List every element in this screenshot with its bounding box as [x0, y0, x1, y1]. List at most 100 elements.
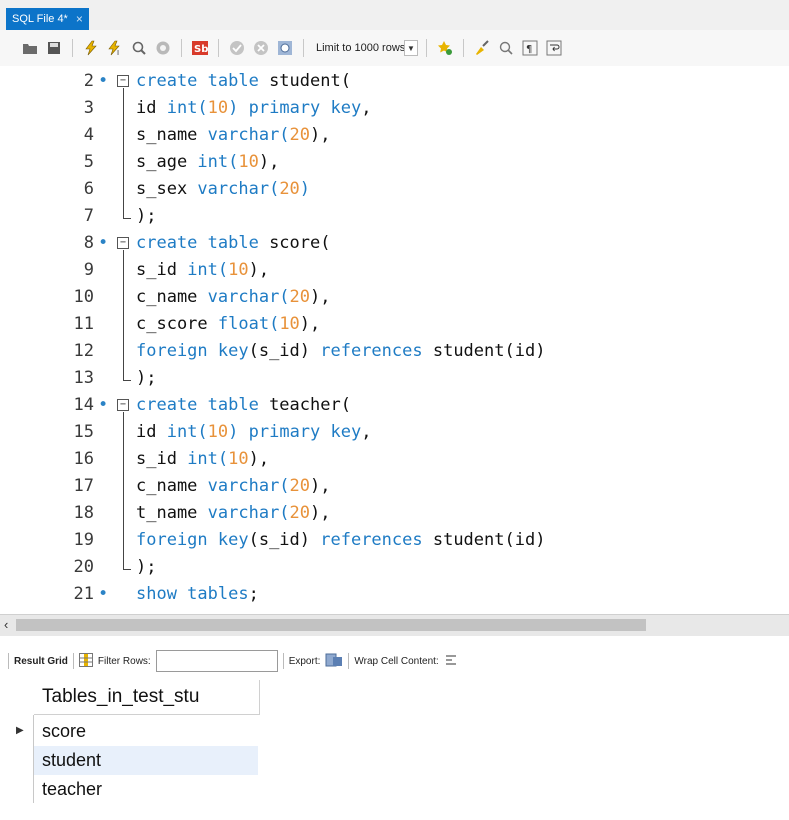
text-token: s_sex [136, 179, 198, 199]
code-text: c_score float(10), [136, 311, 320, 338]
keyword-token: varchar( [207, 503, 290, 523]
code-line[interactable]: 3 id int(10) primary key, [0, 95, 789, 122]
code-text: s_sex varchar(20) [136, 176, 310, 203]
line-number: 12 [73, 341, 94, 361]
code-line[interactable]: 18 t_name varchar(20), [0, 500, 789, 527]
fold-toggle-icon[interactable]: − [117, 399, 129, 411]
code-line[interactable]: 10 c_name varchar(20), [0, 284, 789, 311]
code-line[interactable]: 8 • − create table score( [0, 230, 789, 257]
commit-icon[interactable] [227, 38, 247, 58]
number-token: 10 [228, 449, 249, 469]
keyword-token: create table [136, 395, 259, 415]
code-line[interactable]: 2 • − create table student( [0, 68, 789, 95]
code-line[interactable]: 14 • − create table teacher( [0, 392, 789, 419]
code-line[interactable]: 21 • show tables; [0, 581, 789, 608]
number-token: 10 [228, 260, 249, 280]
text-token: ), [248, 260, 270, 280]
result-grid-tab[interactable]: Result Grid [14, 656, 68, 667]
column-header[interactable]: Tables_in_test_stu [34, 680, 260, 715]
wrap-icon[interactable] [544, 38, 564, 58]
current-row-icon: ▶ [16, 725, 24, 736]
limit-rows-select[interactable]: Limit to 1000 rows [312, 38, 405, 58]
svg-text:¶: ¶ [526, 44, 532, 55]
text-token: ), [299, 314, 321, 334]
beautify-icon[interactable] [435, 38, 455, 58]
save-icon[interactable] [44, 38, 64, 58]
editor-toolbar: I Sb Limit to 1000 rows ▼ ¶ [0, 30, 789, 66]
line-number: 21 [73, 584, 94, 604]
text-token: c_name [136, 476, 208, 496]
find-icon[interactable] [496, 38, 516, 58]
keyword-token: references [320, 341, 423, 361]
text-token: teacher( [258, 395, 351, 415]
code-line[interactable]: 12 foreign key(s_id) references student(i… [0, 338, 789, 365]
toolbar-separator [72, 653, 74, 669]
line-number: 7 [83, 206, 94, 226]
code-line[interactable]: 20); [0, 554, 789, 581]
fold-toggle-icon[interactable]: − [117, 237, 129, 249]
execute-current-icon[interactable]: I [105, 38, 125, 58]
stop-icon[interactable] [153, 38, 173, 58]
code-line[interactable]: 17 c_name varchar(20), [0, 473, 789, 500]
code-line[interactable]: 15 id int(10) primary key, [0, 419, 789, 446]
number-token: 20 [289, 287, 311, 307]
text-token: student( [258, 71, 351, 91]
line-number: 2 [83, 71, 94, 91]
explain-icon[interactable] [129, 38, 149, 58]
code-text: s_age int(10), [136, 149, 279, 176]
line-number: 13 [73, 368, 94, 388]
text-token: ), [310, 476, 331, 496]
fold-guide [123, 412, 124, 560]
text-token: (s_id) [248, 341, 321, 361]
text-token: ); [136, 206, 157, 226]
line-number: 4 [83, 125, 94, 145]
code-line[interactable]: 9 s_id int(10), [0, 257, 789, 284]
toolbar-separator [348, 653, 350, 669]
toolbar-separator [72, 39, 73, 57]
text-token: c_score [136, 314, 218, 334]
keyword-token: ) primary key [228, 422, 362, 442]
keyword-token: create table [136, 71, 259, 91]
text-token: , [361, 422, 372, 442]
invisibles-icon[interactable]: ¶ [520, 38, 540, 58]
code-text: s_id int(10), [136, 257, 269, 284]
sql-editor[interactable]: 2 • − create table student(3 id int(10) prim… [0, 66, 789, 614]
code-line[interactable]: 5 s_age int(10), [0, 149, 789, 176]
code-text: ); [136, 554, 156, 581]
close-icon[interactable]: × [76, 8, 83, 30]
fold-guide [123, 250, 124, 371]
table-row[interactable]: teacher [34, 775, 258, 804]
code-line[interactable]: 4 s_name varchar(20), [0, 122, 789, 149]
rollback-icon[interactable] [251, 38, 271, 58]
code-line[interactable]: 6 s_sex varchar(20) [0, 176, 789, 203]
code-line[interactable]: 7); [0, 203, 789, 230]
table-row[interactable]: student [34, 746, 258, 775]
text-token: ), [310, 125, 331, 145]
line-number: 20 [73, 557, 94, 577]
number-token: 20 [289, 503, 311, 523]
scroll-left-icon[interactable]: ‹ [4, 617, 8, 632]
fold-toggle-icon[interactable]: − [117, 75, 129, 87]
code-line[interactable]: 13); [0, 365, 789, 392]
filter-rows-input[interactable] [155, 650, 278, 672]
code-line[interactable]: 19 foreign key(s_id) references student(i… [0, 527, 789, 554]
horizontal-scrollbar[interactable]: ‹ [0, 614, 789, 636]
export-icon[interactable] [325, 652, 343, 671]
line-number: 16 [73, 449, 94, 469]
text-token: ); [136, 368, 157, 388]
code-line[interactable]: 16 s_id int(10), [0, 446, 789, 473]
text-token: student(id) [422, 530, 546, 550]
scrollbar-thumb[interactable] [16, 619, 646, 631]
toggle-error-icon[interactable]: Sb [190, 38, 210, 58]
grid-layout-icon[interactable] [78, 652, 93, 670]
autocommit-icon[interactable] [275, 38, 295, 58]
tab-sql-file[interactable]: SQL File 4* × [6, 8, 89, 30]
execute-icon[interactable] [81, 38, 101, 58]
table-row[interactable]: score [34, 717, 258, 746]
wrap-cell-icon[interactable] [444, 653, 458, 670]
chevron-down-icon[interactable]: ▼ [404, 40, 418, 56]
text-token: s_age [136, 152, 198, 172]
code-line[interactable]: 11 c_score float(10), [0, 311, 789, 338]
brush-icon[interactable] [472, 38, 492, 58]
open-folder-icon[interactable] [20, 38, 40, 58]
